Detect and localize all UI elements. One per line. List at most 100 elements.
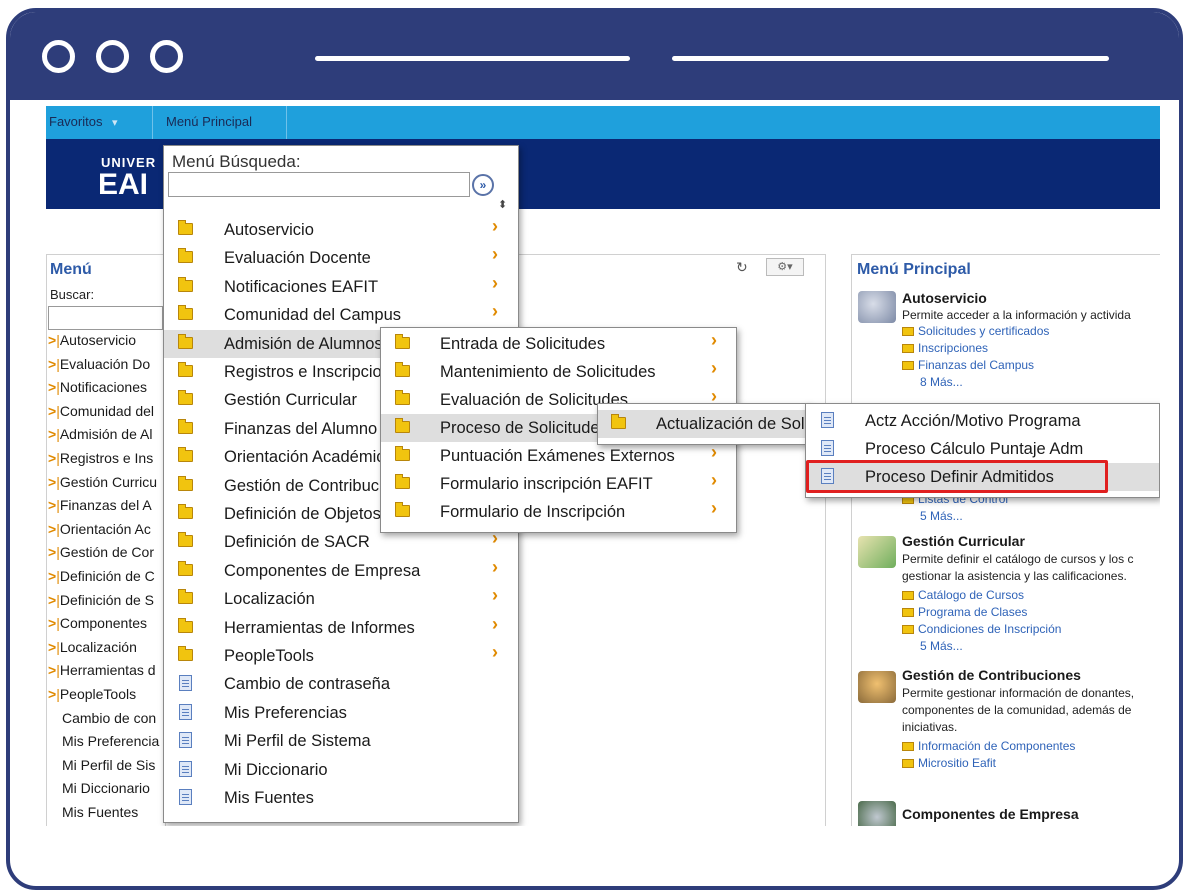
menu-item-mis-fuentes[interactable]: Mis Fuentes — [164, 784, 518, 812]
menu-item-peopletools[interactable]: PeopleTools › — [164, 642, 518, 670]
left-nav-item-registros-e-ins[interactable]: >|Registros e Ins — [48, 450, 168, 474]
left-nav-item-mi-perfil-de-sis[interactable]: Mi Perfil de Sis — [48, 757, 168, 781]
menu-item-proceso-calculo-puntaje-adm[interactable]: Proceso Cálculo Puntaje Adm — [806, 435, 1159, 463]
menu-item-mi-diccionario[interactable]: Mi Diccionario — [164, 756, 518, 784]
sort-icon[interactable]: ⬍ — [498, 198, 507, 211]
menu-item-label: Mi Diccionario — [224, 760, 328, 779]
left-nav-item-label: Componentes — [59, 615, 147, 632]
top-nav: Favoritos ▾ Menú Principal — [46, 106, 1160, 139]
folder-icon — [611, 414, 626, 429]
left-nav-item-mis-preferencia[interactable]: Mis Preferencia — [48, 733, 168, 757]
chevron-right-icon: › — [492, 301, 498, 322]
menu-item-autoservicio[interactable]: Autoservicio › — [164, 216, 518, 244]
left-nav-item-definicion-de-c[interactable]: >|Definición de C — [48, 568, 168, 592]
title-line-1 — [315, 56, 630, 61]
autoservicio-desc: Permite acceder a la información y activ… — [902, 308, 1131, 322]
componentes-title[interactable]: Componentes de Empresa — [902, 806, 1079, 822]
chevron-right-icon: > — [48, 449, 57, 466]
left-nav-item-label: Mis Fuentes — [62, 803, 139, 820]
left-nav-item-notificaciones[interactable]: >|Notificaciones — [48, 379, 168, 403]
autoservicio-more[interactable]: 8 Más... — [920, 375, 963, 389]
gear-icon: ⚙ — [777, 261, 788, 273]
menu-item-entrada-de-solicitudes[interactable]: Entrada de Solicitudes › — [381, 330, 736, 358]
menu-item-puntuacion-examenes-externos[interactable]: Puntuación Exámenes Externos › — [381, 442, 736, 470]
menu-item-formulario-de-inscripcion[interactable]: Formulario de Inscripción › — [381, 498, 736, 526]
main-menu-tab[interactable]: Menú Principal — [166, 114, 252, 129]
left-nav-item-gestion-curricu[interactable]: >|Gestión Curricu — [48, 474, 168, 498]
folder-icon — [395, 474, 410, 489]
left-search-input[interactable] — [48, 306, 163, 330]
menu-item-localizacion[interactable]: Localización › — [164, 585, 518, 613]
menu-item-cambio-de-contrasena[interactable]: Cambio de contraseña — [164, 670, 518, 698]
folder-icon — [178, 532, 193, 548]
autoservicio-link-2[interactable]: Inscripciones — [902, 341, 988, 355]
browser-frame: Favoritos ▾ Menú Principal UNIVER EAI Me… — [6, 8, 1183, 890]
menu-item-label: Mantenimiento de Solicitudes — [440, 363, 656, 381]
menu-item-notificaciones-eafit[interactable]: Notificaciones EAFIT › — [164, 273, 518, 301]
chevron-right-icon: > — [48, 591, 57, 608]
left-nav-item-cambio-de-con[interactable]: Cambio de con — [48, 710, 168, 734]
left-nav-item-label: Orientación Ac — [59, 520, 151, 537]
left-nav-item-evaluacion-do[interactable]: >|Evaluación Do — [48, 356, 168, 380]
chevron-right-icon: › — [711, 358, 717, 378]
gestion-curricular-link-3[interactable]: Condiciones de Inscripción — [902, 622, 1061, 636]
window-dot-1[interactable] — [42, 40, 75, 73]
left-nav-item-comunidad-del[interactable]: >|Comunidad del — [48, 403, 168, 427]
left-nav-item-peopletools[interactable]: >|PeopleTools — [48, 686, 168, 710]
autoservicio-icon — [858, 291, 896, 323]
folder-icon — [178, 646, 193, 661]
gestion-contribuciones-link-1[interactable]: Información de Componentes — [902, 739, 1075, 753]
chevron-right-icon: › — [492, 585, 498, 606]
left-nav-item-componentes[interactable]: >|Componentes — [48, 615, 168, 639]
chevron-right-icon: > — [48, 355, 57, 372]
autoservicio-link-3[interactable]: Finanzas del Campus — [902, 358, 1034, 372]
menu-item-actz-accion-motivo-programa[interactable]: Actz Acción/Motivo Programa — [806, 407, 1159, 435]
folder-icon — [178, 617, 193, 633]
window-dot-2[interactable] — [96, 40, 129, 73]
left-nav-item-localizacion[interactable]: >|Localización — [48, 639, 168, 663]
gestion-curricular-more[interactable]: 5 Más... — [920, 639, 963, 653]
left-nav-item-herramientas-d[interactable]: >|Herramientas d — [48, 662, 168, 686]
favorites-menu[interactable]: Favoritos — [49, 114, 102, 129]
admision-more[interactable]: 5 Más... — [920, 509, 963, 523]
left-nav-item-admision-de-al[interactable]: >|Admisión de Al — [48, 426, 168, 450]
left-nav-item-mi-diccionario[interactable]: Mi Diccionario — [48, 780, 168, 804]
menu-item-actualizacion-de-solicitudes[interactable]: Actualización de Solicitudes — [598, 410, 861, 438]
menu-item-label: Puntuación Exámenes Externos — [440, 447, 675, 465]
gestion-curricular-link-1[interactable]: Catálogo de Cursos — [902, 588, 1024, 602]
document-icon — [179, 760, 192, 777]
right-panel-title: Menú Principal — [857, 261, 971, 278]
menu-item-mi-perfil-de-sistema[interactable]: Mi Perfil de Sistema — [164, 727, 518, 755]
left-nav-item-orientacion-ac[interactable]: >|Orientación Ac — [48, 521, 168, 545]
gestion-contribuciones-link-2[interactable]: Micrositio Eafit — [902, 756, 996, 770]
menu-item-mis-preferencias[interactable]: Mis Preferencias — [164, 699, 518, 727]
autoservicio-link-1[interactable]: Solicitudes y certificados — [902, 324, 1049, 338]
refresh-icon[interactable]: ↻ — [736, 259, 748, 276]
menu-item-componentes-de-empresa[interactable]: Componentes de Empresa › — [164, 557, 518, 585]
gestion-curricular-icon — [858, 536, 896, 568]
window-dot-3[interactable] — [150, 40, 183, 73]
gestion-curricular-title[interactable]: Gestión Curricular — [902, 533, 1025, 549]
menu-item-label: Finanzas del Alumno — [224, 419, 378, 438]
search-go-icon[interactable]: » — [472, 174, 494, 196]
document-icon — [179, 675, 192, 692]
chevron-right-icon: › — [711, 498, 717, 518]
menu-search-input[interactable] — [168, 172, 470, 197]
gestion-curricular-link-2[interactable]: Programa de Clases — [902, 605, 1027, 619]
menu-item-mantenimiento-de-solicitudes[interactable]: Mantenimiento de Solicitudes › — [381, 358, 736, 386]
menu-item-evaluacion-docente[interactable]: Evaluación Docente › — [164, 244, 518, 272]
menu-item-herramientas-de-informes[interactable]: Herramientas de Informes › — [164, 614, 518, 642]
chevron-right-icon: > — [48, 332, 57, 348]
menu-item-formulario-inscripcion-eafit[interactable]: Formulario inscripción EAFIT › — [381, 470, 736, 498]
settings-dropdown[interactable]: ⚙▾ — [766, 258, 804, 276]
left-nav-item-definicion-de-s[interactable]: >|Definición de S — [48, 592, 168, 616]
left-nav-item-autoservicio[interactable]: >|Autoservicio — [48, 332, 168, 356]
gestion-contribuciones-title[interactable]: Gestión de Contribuciones — [902, 667, 1081, 683]
menu-item-label: Entrada de Solicitudes — [440, 335, 606, 353]
autoservicio-title[interactable]: Autoservicio — [902, 290, 987, 306]
left-nav-item-gestion-de-cor[interactable]: >|Gestión de Cor — [48, 544, 168, 568]
left-nav-item-finanzas-del-a[interactable]: >|Finanzas del A — [48, 497, 168, 521]
left-nav-item-mis-fuentes[interactable]: Mis Fuentes — [48, 804, 168, 826]
menu-item-label: Mis Preferencias — [224, 703, 347, 722]
menu-item-comunidad-del-campus[interactable]: Comunidad del Campus › — [164, 301, 518, 329]
